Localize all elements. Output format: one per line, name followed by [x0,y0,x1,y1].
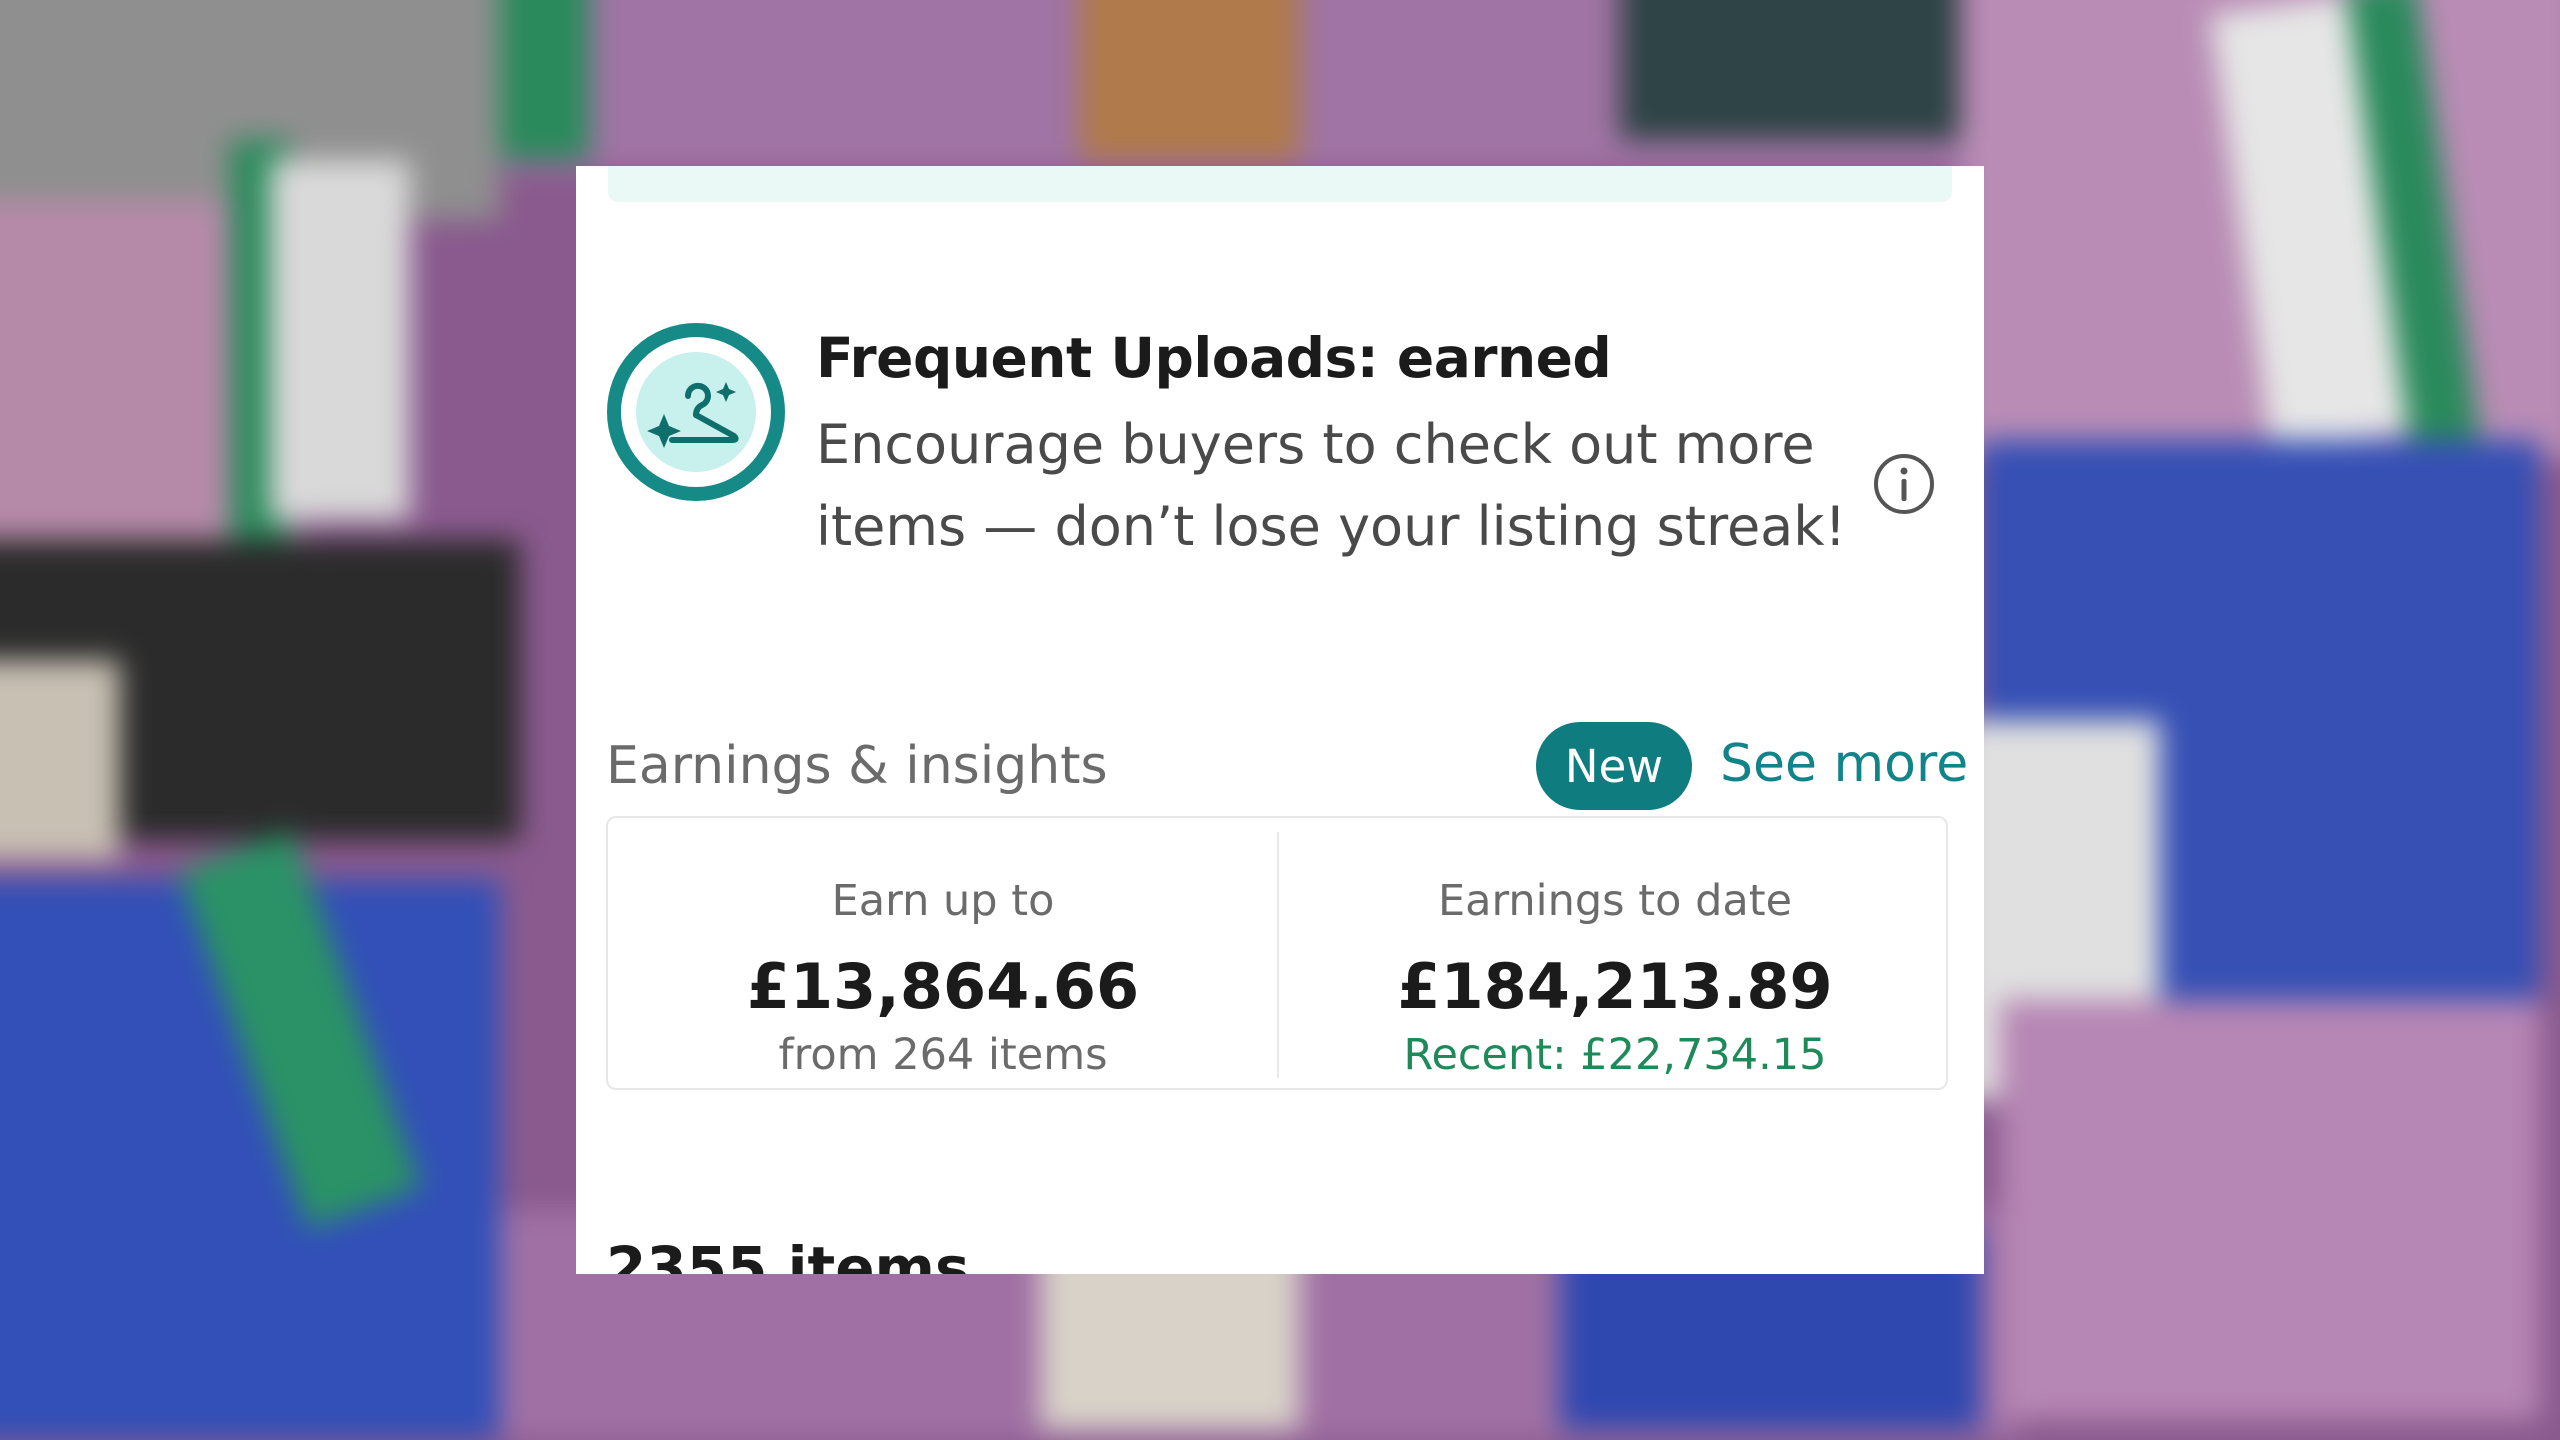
seller-card: Frequent Uploads: earned Encourage buyer… [576,166,1984,1274]
earnings-to-date-label: Earnings to date [1437,876,1793,926]
bg-tile-bottom-right [2000,1000,2540,1420]
bg-tile-white-label [270,160,410,520]
top-banner-strip [608,166,1952,202]
earn-up-to-amount: £13,864.66 [746,950,1140,1023]
items-count-heading: 2355 items [606,1234,970,1274]
earn-up-to-sub: from 264 items [778,1030,1108,1080]
bg-tile-dark-teal [1620,0,1960,140]
stats-divider [1277,832,1279,1078]
earn-up-to-label: Earn up to [831,876,1055,926]
new-badge: New [1536,722,1692,810]
section-title-earnings: Earnings & insights [606,736,1108,796]
earnings-stats-box[interactable]: Earn up to £13,864.66 from 264 items Ear… [606,816,1948,1090]
badge-title: Frequent Uploads: earned [816,326,1612,390]
badge-description: Encourage buyers to check out more items… [816,413,1847,558]
earnings-to-date-amount: £184,213.89 [1397,950,1833,1023]
see-more-link[interactable]: See more [1720,734,1968,794]
bg-tile-green-top [500,0,590,160]
bg-tile-beige [0,660,120,860]
bg-tile-tan [1080,0,1300,160]
recent-earnings: Recent: £22,734.15 [1403,1030,1827,1080]
info-icon[interactable] [1872,452,1936,516]
hanger-sparkle-icon [606,322,786,502]
